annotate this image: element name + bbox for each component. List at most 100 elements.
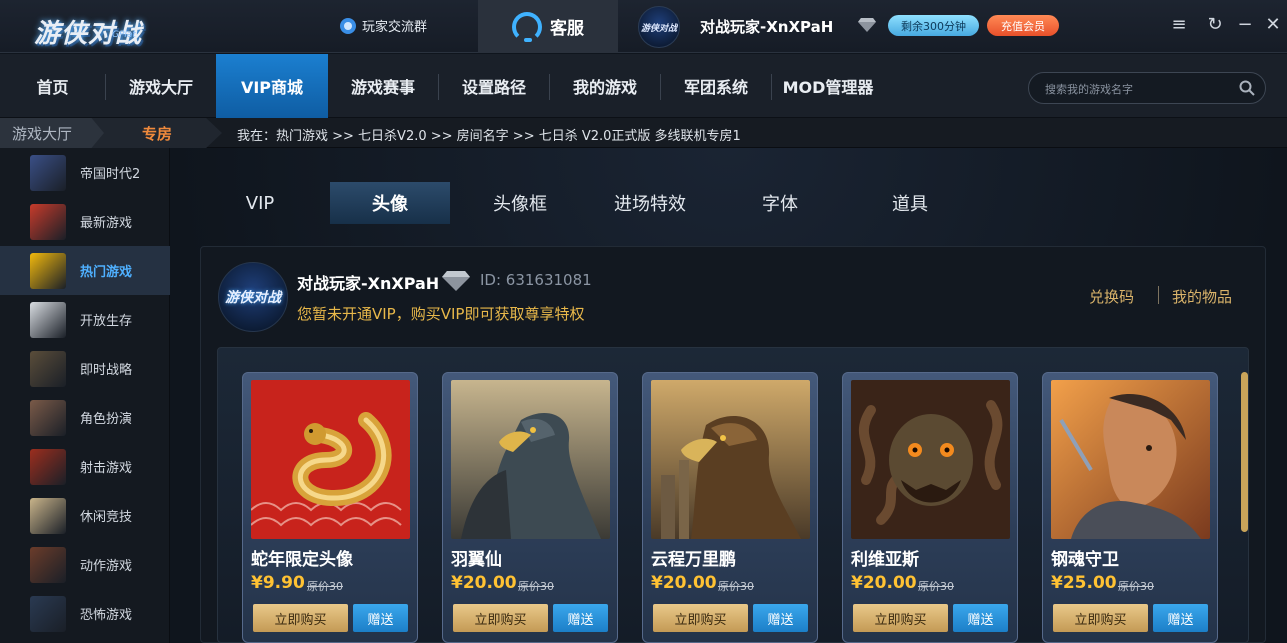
sidebar-item-rts[interactable]: 即时战略 [0,344,170,393]
category-thumb [30,595,66,632]
breadcrumb-lobby[interactable]: 游戏大厅 [0,118,104,148]
qq-group-icon [340,17,356,34]
product-card[interactable]: 云程万里鹏 ¥20.00 原价30 立即购买 赠送 [642,372,818,643]
nav-home[interactable]: 首页 [0,54,105,118]
breadcrumb-room[interactable]: 专房 [90,118,222,148]
recharge-vip-button[interactable]: 充值会员 [987,15,1059,36]
sidebar-item-rpg[interactable]: 角色扮演 [0,393,170,442]
category-thumb [30,203,66,240]
vip-diamond-icon [442,271,470,291]
sidebar-item-hot-games[interactable]: 热门游戏 [0,246,170,295]
category-thumb [30,399,66,436]
vip-notice: 您暂未开通VIP，购买VIP即可获取尊享特权 [297,305,585,323]
product-original-price: 原价30 [518,580,554,593]
gift-button[interactable]: 赠送 [953,604,1008,632]
category-thumb [30,448,66,485]
tab-avatar[interactable]: 头像 [330,182,450,224]
product-image-roc [651,380,810,539]
product-price: ¥20.00 [851,573,917,593]
buy-now-button[interactable]: 立即购买 [453,604,548,632]
link-divider [1158,286,1159,304]
gift-button[interactable]: 赠送 [1153,604,1208,632]
sidebar-item-casual[interactable]: 休闲竞技 [0,491,170,540]
breadcrumb-path: 我在：热门游戏 >> 七日杀V2.0 >> 房间名字 >> 七日杀 V2.0正式… [237,129,741,144]
refresh-icon[interactable]: ↻ [1204,14,1226,36]
remaining-time-badge: 剩余300分钟 [888,15,979,36]
customer-service-button[interactable]: 客服 [478,0,618,53]
gift-button[interactable]: 赠送 [553,604,608,632]
title-bar: 游侠对战 GPlat 玩家交流群 客服 游侠对战 对战玩家-XnXPaH 剩余3… [0,0,1287,53]
profile-name: 对战玩家-XnXPaH [297,274,440,293]
username[interactable]: 对战玩家-XnXPaH [700,16,833,37]
product-image-snake [251,380,410,539]
sidebar-item-new-games[interactable]: 最新游戏 [0,197,170,246]
user-avatar[interactable]: 游侠对战 [638,6,680,48]
app-logo: 游侠对战 GPlat [14,6,154,49]
product-name: 蛇年限定头像 [251,550,353,570]
search-placeholder: 搜索我的游戏名字 [1045,83,1133,96]
nav-set-path[interactable]: 设置路径 [439,54,549,118]
redeem-code-link[interactable]: 兑换码 [1089,286,1134,307]
sidebar-item-label: 角色扮演 [80,412,133,427]
product-card[interactable]: 利维亚斯 ¥20.00 原价30 立即购买 赠送 [842,372,1018,643]
profile-avatar-text: 游侠对战 [225,290,281,306]
nav-events[interactable]: 游戏赛事 [328,54,438,118]
nav-game-lobby[interactable]: 游戏大厅 [106,54,216,118]
buy-now-button[interactable]: 立即购买 [853,604,948,632]
qq-group-link[interactable]: 玩家交流群 [340,16,427,35]
sidebar-item-label: 休闲竞技 [80,510,133,525]
sidebar-item-shooter[interactable]: 射击游戏 [0,442,170,491]
nav-vip-store[interactable]: VIP商城 [216,54,328,118]
sidebar-item-age-of-empires[interactable]: 帝国时代2 [0,148,170,197]
buy-now-button[interactable]: 立即购买 [1053,604,1148,632]
product-card[interactable]: 钢魂守卫 ¥25.00 原价30 立即购买 赠送 [1042,372,1218,643]
sidebar-item-open-survival[interactable]: 开放生存 [0,295,170,344]
scrollbar[interactable] [1241,372,1248,532]
sidebar-item-action[interactable]: 动作游戏 [0,540,170,589]
sidebar-item-horror[interactable]: 恐怖游戏 [0,589,170,638]
tab-items[interactable]: 道具 [850,182,970,224]
nav-my-games[interactable]: 我的游戏 [550,54,660,118]
profile-id: ID: 631631081 [480,271,592,289]
product-image-warrior [1051,380,1210,539]
gift-button[interactable]: 赠送 [753,604,808,632]
avatar-logo-text: 游侠对战 [640,23,677,34]
tab-font[interactable]: 字体 [720,182,840,224]
headset-icon [512,11,542,42]
gift-button[interactable]: 赠送 [353,604,408,632]
product-price: ¥9.90 [251,573,305,593]
my-items-link[interactable]: 我的物品 [1172,286,1232,307]
product-image-dragon [851,380,1010,539]
game-search-input[interactable]: 搜索我的游戏名字 [1028,72,1266,104]
buy-now-button[interactable]: 立即购买 [253,604,348,632]
category-thumb [30,497,66,534]
nav-mod-manager[interactable]: MOD管理器 [772,54,884,118]
product-card[interactable]: 羽翼仙 ¥20.00 原价30 立即购买 赠送 [442,372,618,643]
menu-icon[interactable]: ≡ [1168,14,1190,36]
product-original-price: 原价30 [307,580,343,593]
logo-sub: GPlat [112,30,136,40]
profile-avatar: 游侠对战 [218,262,288,332]
minimize-icon[interactable]: − [1234,14,1256,36]
tab-avatar-frame[interactable]: 头像框 [460,182,580,224]
diamond-icon [858,18,876,32]
sidebar-item-label: 即时战略 [80,363,133,378]
tab-entry-effect[interactable]: 进场特效 [590,182,710,224]
search-icon[interactable] [1239,80,1255,96]
product-original-price: 原价30 [718,580,754,593]
sidebar-item-label: 帝国时代2 [80,167,141,182]
product-card[interactable]: 蛇年限定头像 ¥9.90 原价30 立即购买 赠送 [242,372,418,643]
product-name: 羽翼仙 [451,550,502,570]
category-thumb [30,546,66,583]
tab-vip[interactable]: VIP [200,182,320,224]
product-image-eagle [451,380,610,539]
qq-group-label: 玩家交流群 [362,20,428,35]
category-thumb [30,252,66,289]
nav-legion[interactable]: 军团系统 [661,54,771,118]
sidebar-item-label: 热门游戏 [80,265,133,280]
sidebar-item-label: 开放生存 [80,314,133,329]
buy-now-button[interactable]: 立即购买 [653,604,748,632]
product-name: 利维亚斯 [851,550,919,570]
category-thumb [30,350,66,387]
close-icon[interactable]: ✕ [1262,14,1284,36]
